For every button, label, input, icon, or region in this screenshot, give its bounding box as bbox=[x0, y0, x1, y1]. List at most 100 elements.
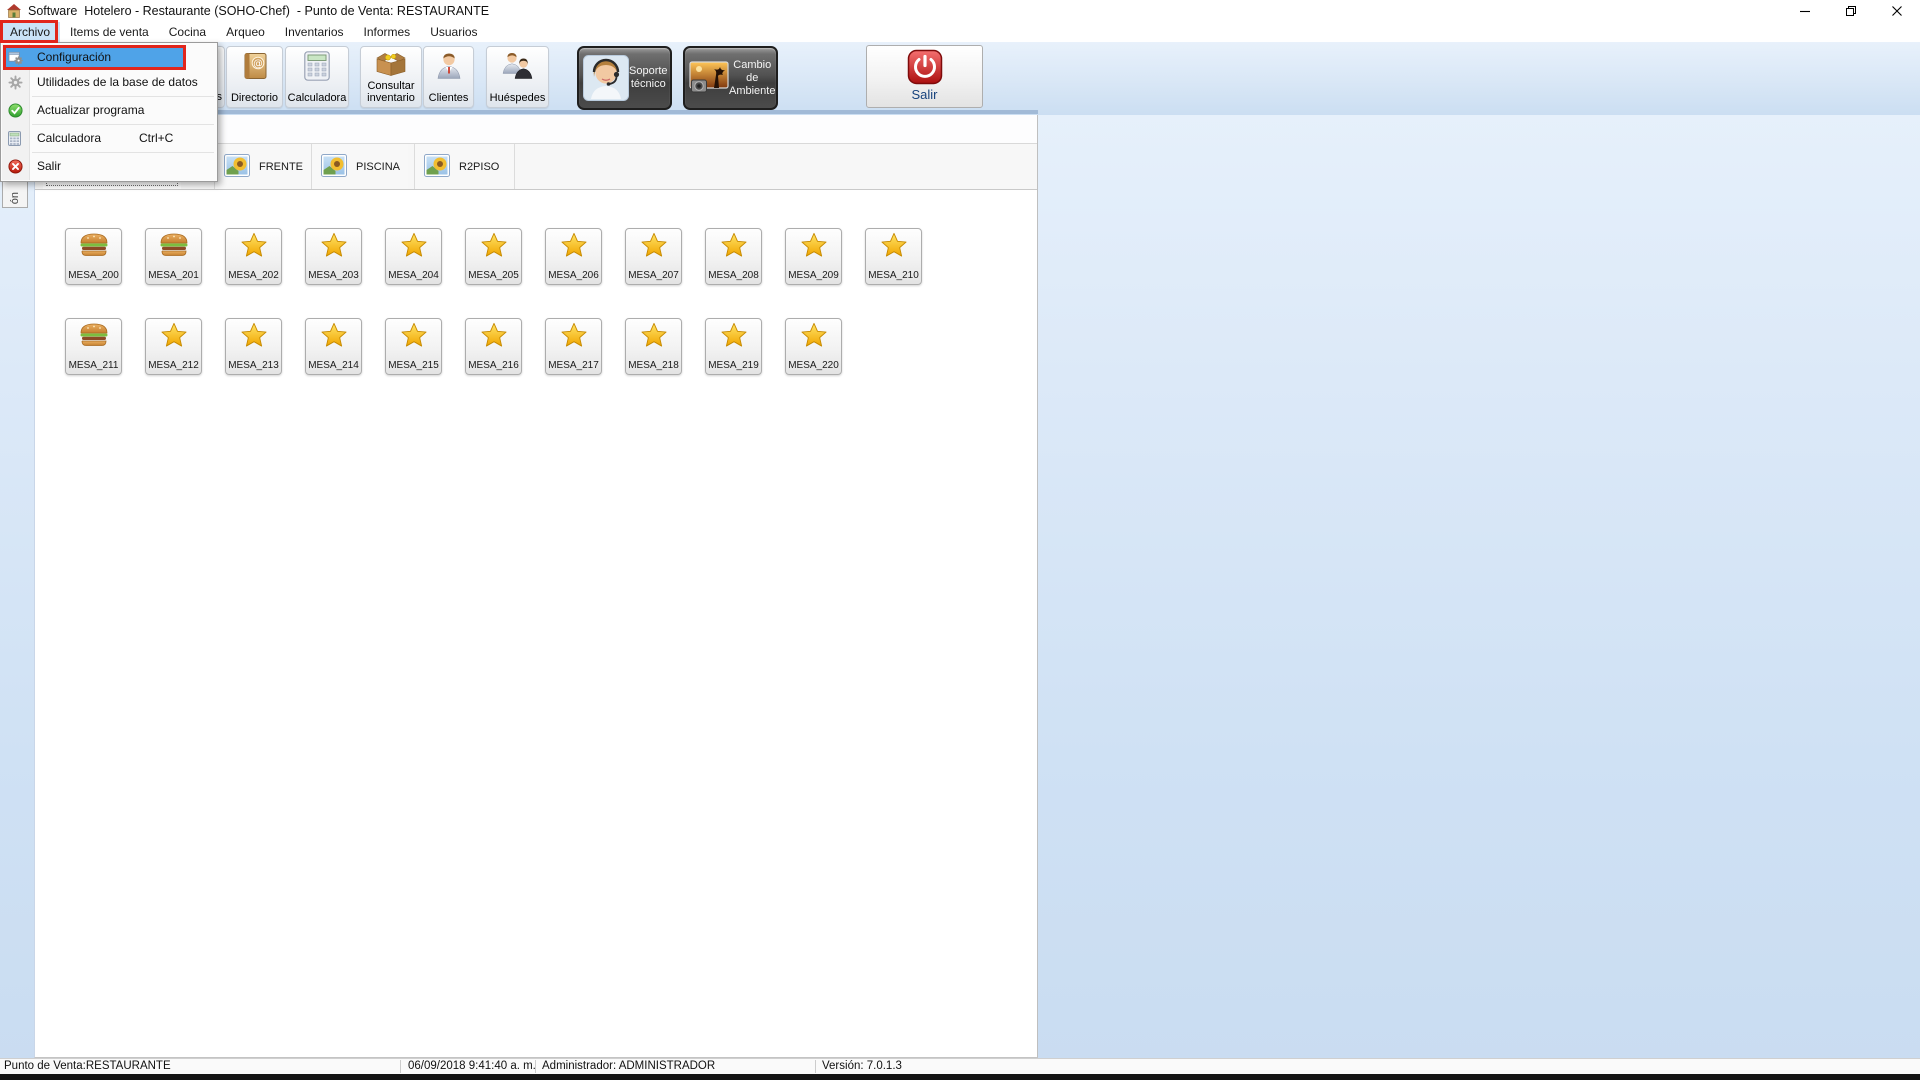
tab-frente-label: FRENTE bbox=[259, 161, 303, 173]
mesa-button[interactable]: MESA_200 bbox=[65, 228, 122, 285]
mesa-label: MESA_202 bbox=[226, 270, 281, 281]
annotation-box-archivo bbox=[0, 20, 58, 43]
sunflower-icon bbox=[224, 154, 250, 180]
mesa-label: MESA_216 bbox=[466, 360, 521, 371]
mesa-button[interactable]: MESA_216 bbox=[465, 318, 522, 375]
mesa-button[interactable]: MESA_219 bbox=[705, 318, 762, 375]
svg-text:@: @ bbox=[253, 59, 263, 70]
star-icon bbox=[786, 232, 841, 258]
mesa-button[interactable]: MESA_211 bbox=[65, 318, 122, 375]
status-administrator: Administrador: ADMINISTRADOR bbox=[542, 1059, 715, 1074]
menu-item-label: Configuración bbox=[37, 45, 111, 70]
menu-cocina[interactable]: Cocina bbox=[159, 22, 216, 42]
status-datetime: 06/09/2018 9:41:40 a. m. bbox=[408, 1059, 536, 1074]
consultar-inventario-label: Consultar inventario bbox=[361, 80, 421, 104]
star-icon bbox=[786, 322, 841, 348]
mesa-button[interactable]: MESA_202 bbox=[225, 228, 282, 285]
menu-usuarios[interactable]: Usuarios bbox=[420, 22, 487, 42]
inventory-box-icon bbox=[361, 50, 421, 76]
mesa-button[interactable]: MESA_206 bbox=[545, 228, 602, 285]
burger-icon bbox=[146, 232, 201, 258]
minimize-button[interactable] bbox=[1782, 0, 1828, 22]
mesa-button[interactable]: MESA_217 bbox=[545, 318, 602, 375]
huespedes-button[interactable]: Huéspedes bbox=[486, 46, 549, 108]
person-icon bbox=[424, 51, 473, 79]
mesa-button[interactable]: MESA_210 bbox=[865, 228, 922, 285]
mesa-label: MESA_204 bbox=[386, 270, 441, 281]
mesa-label: MESA_203 bbox=[306, 270, 361, 281]
menu-arqueo[interactable]: Arqueo bbox=[216, 22, 275, 42]
mesa-button[interactable]: MESA_213 bbox=[225, 318, 282, 375]
cambio-ambiente-button[interactable]: Cambio de Ambiente bbox=[683, 46, 778, 110]
mesa-button[interactable]: MESA_203 bbox=[305, 228, 362, 285]
mesa-button[interactable]: MESA_209 bbox=[785, 228, 842, 285]
directorio-button[interactable]: @ Directorio bbox=[226, 46, 283, 108]
mesa-button[interactable]: MESA_220 bbox=[785, 318, 842, 375]
config-form-icon bbox=[8, 50, 23, 65]
star-icon bbox=[386, 322, 441, 348]
mesa-label: MESA_201 bbox=[146, 270, 201, 281]
salir-label: Salir bbox=[867, 87, 982, 102]
star-icon bbox=[706, 322, 761, 348]
mesa-label: MESA_210 bbox=[866, 270, 921, 281]
clientes-button[interactable]: Clientes bbox=[423, 46, 474, 108]
mesa-label: MESA_213 bbox=[226, 360, 281, 371]
menu-separator bbox=[32, 124, 214, 125]
menu-item-configuracion[interactable]: Configuración bbox=[1, 45, 217, 70]
mesa-label: MESA_214 bbox=[306, 360, 361, 371]
mesa-button[interactable]: MESA_214 bbox=[305, 318, 362, 375]
star-icon bbox=[226, 232, 281, 258]
menu-separator bbox=[32, 152, 214, 153]
mesa-row-2: MESA_211 MESA_212 MESA_213 MESA_214 MESA… bbox=[65, 318, 842, 375]
tab-piscina[interactable]: PISCINA bbox=[311, 144, 408, 189]
ambientes-tab-control: FRENTE PISCINA R2PISO MESA_200 MESA_201 … bbox=[34, 115, 1038, 1058]
power-icon bbox=[867, 49, 982, 85]
star-icon bbox=[226, 322, 281, 348]
mesa-button[interactable]: MESA_212 bbox=[145, 318, 202, 375]
calculator-icon bbox=[286, 51, 348, 81]
mesa-label: MESA_219 bbox=[706, 360, 761, 371]
menu-item-shortcut: Ctrl+C bbox=[139, 126, 173, 151]
mesa-button[interactable]: MESA_207 bbox=[625, 228, 682, 285]
consultar-inventario-button[interactable]: Consultar inventario bbox=[360, 46, 422, 108]
menubar: Archivo Items de venta Cocina Arqueo Inv… bbox=[0, 22, 1920, 42]
menu-item-utilidades[interactable]: Utilidades de la base de datos bbox=[1, 70, 217, 95]
mesa-button[interactable]: MESA_201 bbox=[145, 228, 202, 285]
address-book-icon: @ bbox=[227, 51, 282, 81]
star-icon bbox=[146, 322, 201, 348]
mesa-button[interactable]: MESA_218 bbox=[625, 318, 682, 375]
cambio-ambiente-label: Cambio de Ambiente bbox=[729, 59, 778, 98]
mesa-button[interactable]: MESA_208 bbox=[705, 228, 762, 285]
salir-button[interactable]: Salir bbox=[866, 45, 983, 108]
tab-r2piso[interactable]: R2PISO bbox=[414, 144, 515, 189]
titlebar: Software Hotelero - Restaurante (SOHO-Ch… bbox=[0, 0, 1920, 22]
menu-item-actualizar[interactable]: Actualizar programa bbox=[1, 98, 217, 123]
mesa-button[interactable]: MESA_204 bbox=[385, 228, 442, 285]
close-button[interactable] bbox=[1874, 0, 1920, 22]
restore-button[interactable] bbox=[1828, 0, 1874, 22]
calculadora-button[interactable]: Calculadora bbox=[285, 46, 349, 108]
mesa-button[interactable]: MESA_205 bbox=[465, 228, 522, 285]
close-circle-icon bbox=[8, 159, 23, 174]
menu-inventarios[interactable]: Inventarios bbox=[275, 22, 354, 42]
archivo-dropdown-menu: Configuración Utilidades de la base de d… bbox=[0, 42, 218, 182]
menu-informes[interactable]: Informes bbox=[354, 22, 421, 42]
star-icon bbox=[386, 232, 441, 258]
star-icon bbox=[306, 232, 361, 258]
menu-items-de-venta[interactable]: Items de venta bbox=[60, 22, 159, 42]
mesa-button[interactable]: MESA_215 bbox=[385, 318, 442, 375]
burger-icon bbox=[66, 232, 121, 258]
mesa-label: MESA_205 bbox=[466, 270, 521, 281]
statusbar: Punto de Venta:RESTAURANTE 06/09/2018 9:… bbox=[0, 1058, 1920, 1074]
menu-item-calculadora[interactable]: Calculadora Ctrl+C bbox=[1, 126, 217, 151]
star-icon bbox=[866, 232, 921, 258]
mesa-label: MESA_206 bbox=[546, 270, 601, 281]
sunflower-icon bbox=[321, 154, 347, 180]
star-icon bbox=[306, 322, 361, 348]
status-version: Versión: 7.0.1.3 bbox=[822, 1059, 902, 1074]
menu-item-salir[interactable]: Salir bbox=[1, 154, 217, 179]
status-separator bbox=[400, 1060, 401, 1073]
soporte-tecnico-button[interactable]: Soporte técnico bbox=[577, 46, 672, 110]
tab-frente[interactable]: FRENTE bbox=[214, 144, 311, 189]
mesa-label: MESA_209 bbox=[786, 270, 841, 281]
